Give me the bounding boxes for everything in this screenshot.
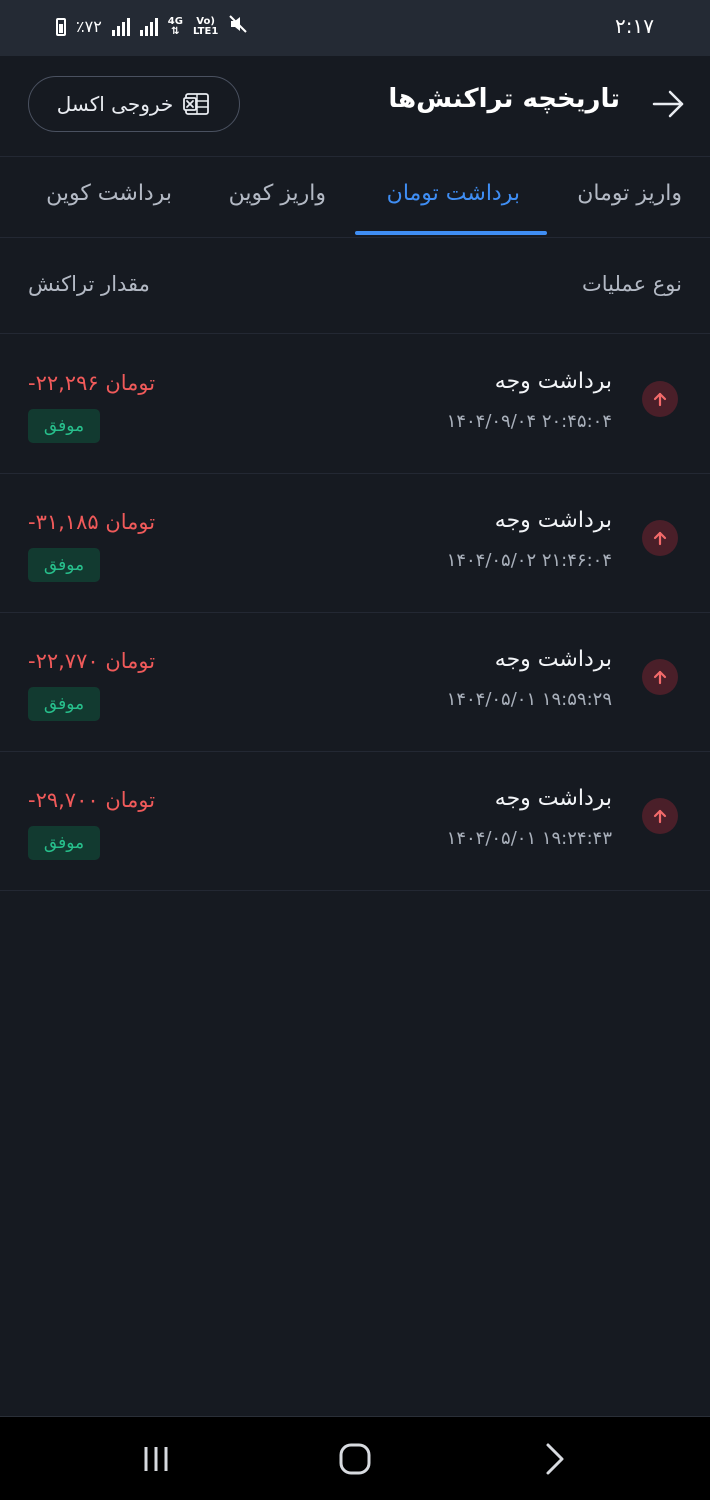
back-nav-icon[interactable]	[532, 1437, 576, 1481]
volte-indicator: Vo) LTE1	[192, 16, 219, 37]
status-badge: موفق	[28, 409, 100, 443]
tab-toman-withdrawal[interactable]: برداشت تومان	[387, 181, 520, 206]
status-badge: موفق	[28, 826, 100, 860]
status-badge: موفق	[28, 548, 100, 582]
battery-icon	[56, 17, 66, 36]
back-arrow-icon[interactable]	[650, 86, 686, 122]
mute-icon	[228, 14, 248, 39]
excel-export-button[interactable]: خروجی اکسل	[28, 76, 240, 132]
transaction-amount: -۳۱,۱۸۵ تومان	[28, 510, 156, 534]
column-amount: مقدار تراکنش	[28, 272, 150, 296]
withdrawal-arrow-icon	[642, 520, 678, 556]
transaction-tabs: واریز تومان برداشت تومان واریز کوین بردا…	[0, 156, 710, 238]
withdrawal-arrow-icon	[642, 381, 678, 417]
page-title: تاریخچه تراکنش‌ها	[388, 84, 620, 114]
transaction-title: برداشت وجه	[494, 647, 612, 672]
transaction-title: برداشت وجه	[494, 369, 612, 394]
status-bar: ٪۷۲ 4G ⇅ Vo) LTE1 ۲:۱۷	[0, 0, 710, 56]
transaction-datetime: ۱۴۰۴/۰۵/۰۱ ۱۹:۵۹:۲۹	[446, 689, 612, 710]
signal-icon	[111, 17, 130, 36]
network-type: 4G ⇅	[167, 15, 183, 37]
excel-icon	[183, 93, 210, 115]
transaction-title: برداشت وجه	[494, 508, 612, 533]
status-time: ۲:۱۷	[615, 14, 654, 38]
tab-coin-withdrawal[interactable]: برداشت کوین	[46, 181, 172, 206]
tab-toman-deposit[interactable]: واریز تومان	[577, 181, 682, 206]
status-icons: ٪۷۲ 4G ⇅ Vo) LTE1	[56, 14, 248, 39]
transaction-amount: -۲۲,۷۷۰ تومان	[28, 649, 156, 673]
transaction-datetime: ۱۴۰۴/۰۵/۰۲ ۲۱:۴۶:۰۴	[446, 550, 612, 571]
home-icon[interactable]	[333, 1437, 377, 1481]
excel-export-label: خروجی اکسل	[56, 92, 174, 116]
withdrawal-arrow-icon	[642, 659, 678, 695]
transaction-datetime: ۱۴۰۴/۰۵/۰۱ ۱۹:۲۴:۴۳	[446, 828, 612, 849]
battery-level: ٪۷۲	[76, 17, 102, 36]
transaction-amount: -۲۲,۲۹۶ تومان	[28, 371, 156, 395]
system-nav-bar	[0, 1416, 710, 1500]
transaction-row[interactable]: برداشت وجه ۱۴۰۴/۰۵/۰۱ ۱۹:۲۴:۴۳ -۲۹,۷۰۰ ت…	[0, 752, 710, 891]
column-header: نوع عملیات مقدار تراکنش	[0, 238, 710, 334]
recent-apps-icon[interactable]	[134, 1437, 178, 1481]
active-tab-indicator	[355, 231, 547, 235]
column-type: نوع عملیات	[581, 272, 682, 296]
transaction-row[interactable]: برداشت وجه ۱۴۰۴/۰۵/۰۲ ۲۱:۴۶:۰۴ -۳۱,۱۸۵ ت…	[0, 474, 710, 613]
volte-bottom: LTE1	[192, 25, 219, 37]
tab-coin-deposit[interactable]: واریز کوین	[229, 181, 326, 206]
transaction-amount: -۲۹,۷۰۰ تومان	[28, 788, 156, 812]
app-header: تاریخچه تراکنش‌ها خروجی اکسل	[0, 56, 710, 156]
transaction-title: برداشت وجه	[494, 786, 612, 811]
transaction-row[interactable]: برداشت وجه ۱۴۰۴/۰۹/۰۴ ۲۰:۴۵:۰۴ -۲۲,۲۹۶ ت…	[0, 335, 710, 474]
network-type-label: 4G	[167, 15, 183, 27]
signal-icon-2	[139, 17, 158, 36]
status-badge: موفق	[28, 687, 100, 721]
transaction-row[interactable]: برداشت وجه ۱۴۰۴/۰۵/۰۱ ۱۹:۵۹:۲۹ -۲۲,۷۷۰ ت…	[0, 613, 710, 752]
withdrawal-arrow-icon	[642, 798, 678, 834]
transaction-datetime: ۱۴۰۴/۰۹/۰۴ ۲۰:۴۵:۰۴	[446, 411, 612, 432]
